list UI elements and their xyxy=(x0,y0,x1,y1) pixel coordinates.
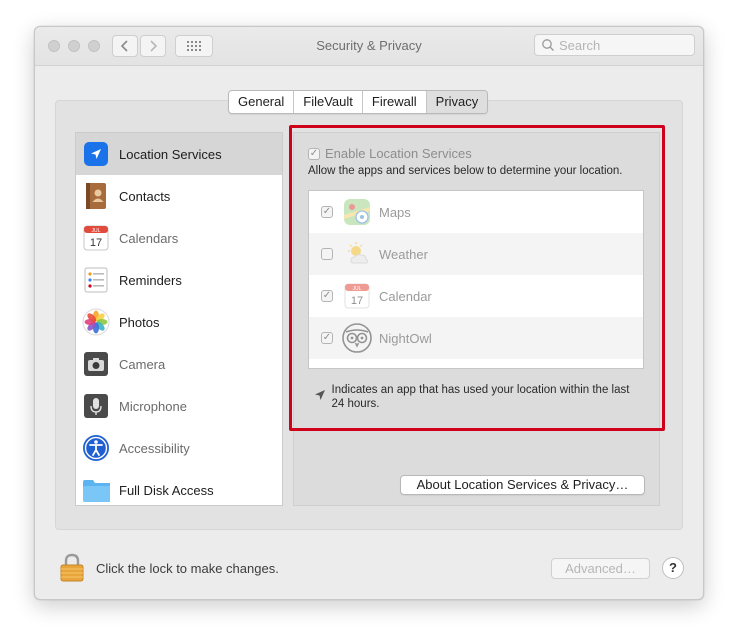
app-checkbox[interactable]: ✓ xyxy=(321,332,333,344)
help-button[interactable]: ? xyxy=(662,557,684,579)
sidebar-item-reminders[interactable]: Reminders xyxy=(76,259,282,301)
tab-privacy[interactable]: Privacy xyxy=(426,91,488,113)
about-location-services-button[interactable]: About Location Services & Privacy… xyxy=(400,475,645,495)
sidebar-item-contacts[interactable]: Contacts xyxy=(76,175,282,217)
sidebar-item-label: Full Disk Access xyxy=(119,482,214,498)
contacts-book-icon xyxy=(82,182,110,210)
app-row-partial[interactable] xyxy=(309,359,643,368)
location-arrow-icon xyxy=(82,140,110,168)
sidebar-item-label: Location Services xyxy=(119,146,222,162)
app-checkbox[interactable] xyxy=(321,248,333,260)
search-icon xyxy=(542,39,554,51)
app-name: Weather xyxy=(379,246,428,262)
app-row-nightowl[interactable]: ✓ NightOwl xyxy=(309,317,643,359)
calendar-icon: JUL 17 xyxy=(341,280,373,312)
app-checkbox[interactable]: ✓ xyxy=(321,206,333,218)
enable-location-services-checkbox[interactable]: ✓ Enable Location Services xyxy=(308,146,472,161)
app-checkbox[interactable]: ✓ xyxy=(321,290,333,302)
svg-text:JUL: JUL xyxy=(353,286,362,292)
calendar-icon: JUL 17 xyxy=(82,224,110,252)
location-usage-note: Indicates an app that has used your loca… xyxy=(314,383,644,411)
app-name: NightOwl xyxy=(379,330,432,346)
owl-icon xyxy=(341,322,373,354)
search-input[interactable] xyxy=(555,37,689,53)
sidebar-item-calendars[interactable]: JUL 17 Calendars xyxy=(76,217,282,259)
svg-text:17: 17 xyxy=(90,237,102,249)
weather-icon xyxy=(341,238,373,270)
tab-filevault[interactable]: FileVault xyxy=(294,91,363,113)
enable-location-services-label: Enable Location Services xyxy=(325,146,472,161)
app-row-maps[interactable]: ✓ Maps xyxy=(309,191,643,233)
search-field[interactable] xyxy=(534,34,695,56)
sidebar-item-label: Photos xyxy=(119,314,160,330)
checkbox[interactable]: ✓ xyxy=(308,147,320,160)
reminders-icon xyxy=(82,266,110,294)
sidebar-item-label: Accessibility xyxy=(119,440,190,456)
camera-icon xyxy=(82,350,110,378)
location-description: Allow the apps and services below to det… xyxy=(308,165,623,177)
sidebar-item-label: Calendars xyxy=(119,230,179,246)
folder-icon xyxy=(82,476,110,504)
photos-icon xyxy=(82,308,110,336)
sidebar-item-label: Contacts xyxy=(119,188,171,204)
microphone-icon xyxy=(82,392,110,420)
app-name: Calendar xyxy=(379,288,432,304)
location-arrow-icon xyxy=(315,390,325,400)
title-bar: Security & Privacy xyxy=(35,27,703,66)
sidebar-item-photos[interactable]: Photos xyxy=(76,301,282,343)
location-app-list: ✓ Maps Weather ✓ JUL 17 Calendar ✓ Night… xyxy=(308,190,644,369)
sidebar-item-label: Reminders xyxy=(119,272,182,288)
lock-icon[interactable] xyxy=(59,553,85,583)
tab-firewall[interactable]: Firewall xyxy=(363,91,427,113)
sidebar-item-camera[interactable]: Camera xyxy=(76,343,282,385)
privacy-category-list: Location Services Contacts JUL 17 Calenda… xyxy=(75,132,283,506)
sidebar-item-location-services[interactable]: Location Services xyxy=(76,133,282,175)
svg-text:JUL: JUL xyxy=(92,228,101,234)
maps-icon xyxy=(341,196,373,228)
app-name: Maps xyxy=(379,204,411,220)
preferences-window: Security & Privacy General FileVault Fir… xyxy=(34,26,704,600)
accessibility-icon xyxy=(82,434,110,462)
tab-general[interactable]: General xyxy=(229,91,295,113)
sidebar-item-full-disk-access[interactable]: Full Disk Access xyxy=(76,469,282,505)
svg-text:17: 17 xyxy=(351,295,363,307)
advanced-button[interactable]: Advanced… xyxy=(551,558,650,579)
location-usage-note-text: Indicates an app that has used your loca… xyxy=(331,384,630,410)
sidebar-item-label: Camera xyxy=(119,356,166,372)
sidebar-item-accessibility[interactable]: Accessibility xyxy=(76,427,282,469)
app-row-weather[interactable]: Weather xyxy=(309,233,643,275)
app-row-calendar[interactable]: ✓ JUL 17 Calendar xyxy=(309,275,643,317)
sidebar-item-label: Microphone xyxy=(119,398,187,414)
sidebar-item-microphone[interactable]: Microphone xyxy=(76,385,282,427)
lock-message: Click the lock to make changes. xyxy=(96,561,279,576)
tab-bar: General FileVault Firewall Privacy xyxy=(228,90,489,114)
